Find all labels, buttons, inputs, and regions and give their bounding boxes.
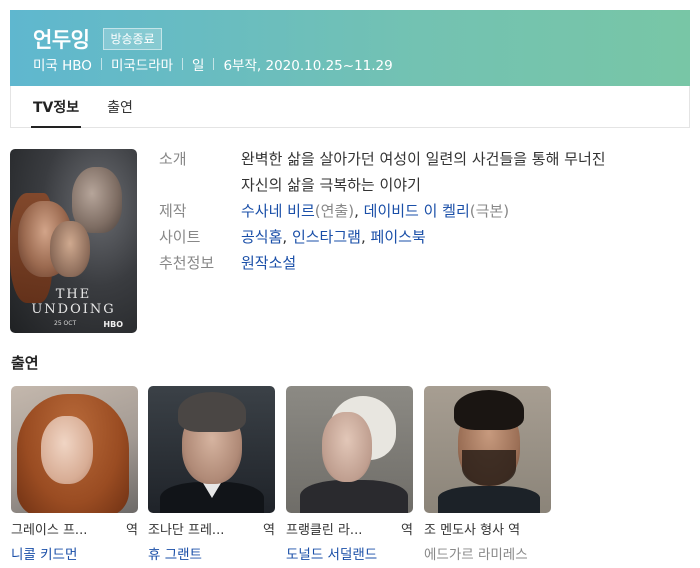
title-row: 언두잉 방송종료: [33, 24, 162, 54]
poster-network-logo: HBO: [103, 320, 123, 329]
photo-face: [322, 412, 372, 482]
meta-genre: 미국드라마: [110, 58, 174, 74]
meta-day: 일: [192, 58, 205, 74]
program-meta: 미국 HBO 미국드라마 일 6부작, 2020.10.25~11.29: [33, 54, 393, 74]
cast-photo[interactable]: [424, 386, 551, 513]
role-suffix: 역: [263, 523, 275, 538]
photo-coat: [300, 480, 408, 513]
photo-hair: [454, 390, 524, 430]
poster-date: 25 OCT: [54, 320, 77, 327]
cast-role: 프랭클린 라... 역: [286, 519, 413, 538]
photo-jacket: [438, 486, 540, 513]
role-name: 프랭클린 라...: [286, 523, 363, 538]
tab-cast[interactable]: 출연: [107, 86, 133, 127]
poster-title: THE UNDOING: [31, 287, 116, 317]
role-suffix: 역: [401, 523, 413, 538]
cast-photo[interactable]: [286, 386, 413, 513]
info-row-site: 사이트 공식홈, 인스타그램, 페이스북: [159, 224, 691, 250]
recommend-value: 원작소설: [241, 250, 691, 276]
actor-name-link[interactable]: 휴 그랜트: [148, 543, 202, 563]
director-link[interactable]: 수사네 비르: [241, 202, 315, 220]
program-header: 언두잉 방송종료 미국 HBO 미국드라마 일 6부작, 2020.10.25~…: [10, 10, 690, 86]
actor-name-link[interactable]: 니콜 키드먼: [11, 543, 77, 563]
meta-divider: [182, 58, 184, 70]
intro-line-2: 자신의 삶을 극복하는 이야기: [241, 176, 421, 194]
actor-name-link[interactable]: 도널드 서덜랜드: [286, 543, 377, 563]
cast-card[interactable]: 조 멘도사 형사 역 에드가르 라미레스: [424, 386, 551, 563]
cast-card[interactable]: 프랭클린 라... 역 도널드 서덜랜드: [286, 386, 413, 563]
role-name: 조나단 프레...: [148, 523, 225, 538]
cast-card[interactable]: 조나단 프레... 역 휴 그랜트: [148, 386, 275, 563]
original-novel-link[interactable]: 원작소설: [241, 254, 296, 272]
actor-name: 에드가르 라미레스: [424, 547, 528, 563]
facebook-link[interactable]: 페이스북: [371, 228, 426, 246]
cast-photo[interactable]: [148, 386, 275, 513]
cast-role: 조 멘도사 형사 역: [424, 519, 551, 538]
cast-card[interactable]: 그레이스 프... 역 니콜 키드먼: [11, 386, 138, 563]
cast-photo[interactable]: [11, 386, 138, 513]
intro-line-1: 완벽한 삶을 살아가던 여성이 일련의 사건들을 통해 무너진: [241, 150, 606, 168]
info-row-intro: 소개 완벽한 삶을 살아가던 여성이 일련의 사건들을 통해 무너진 자신의 삶…: [159, 146, 691, 198]
tab-tv-info[interactable]: TV정보: [30, 86, 82, 128]
role-name: 그레이스 프...: [11, 523, 88, 538]
production-value: 수사네 비르(연출), 데이비드 이 켈리(극본): [241, 202, 510, 220]
intro-label: 소개: [159, 150, 187, 168]
program-info: 소개 완벽한 삶을 살아가던 여성이 일련의 사건들을 통해 무너진 자신의 삶…: [159, 146, 691, 276]
director-role: (연출): [314, 202, 355, 220]
info-row-recommend: 추천정보 원작소설: [159, 250, 691, 276]
meta-episodes-dates: 6부작, 2020.10.25~11.29: [223, 58, 393, 74]
site-links: 공식홈, 인스타그램, 페이스북: [241, 228, 426, 246]
cast-role: 조나단 프레... 역: [148, 519, 275, 538]
official-site-link[interactable]: 공식홈: [241, 228, 282, 246]
photo-hair: [178, 392, 246, 432]
cast-heading: 출연: [11, 354, 39, 372]
meta-divider: [100, 58, 102, 70]
cast-role: 그레이스 프... 역: [11, 519, 138, 538]
info-row-production: 제작 수사네 비르(연출), 데이비드 이 켈리(극본): [159, 198, 691, 224]
role-suffix: 역: [508, 523, 521, 538]
status-badge: 방송종료: [103, 28, 162, 50]
instagram-link[interactable]: 인스타그램: [292, 228, 361, 246]
production-label: 제작: [159, 202, 187, 220]
photo-beard: [462, 450, 516, 486]
poster-image[interactable]: THE UNDOING 25 OCT HBO: [10, 149, 137, 333]
recommend-label: 추천정보: [159, 254, 215, 272]
role-name: 조 멘도사 형사: [424, 523, 505, 538]
writer-link[interactable]: 데이비드 이 켈리: [364, 202, 470, 220]
site-label: 사이트: [159, 228, 201, 246]
intro-text: 완벽한 삶을 살아가던 여성이 일련의 사건들을 통해 무너진 자신의 삶을 극…: [241, 146, 691, 198]
meta-network: 미국 HBO: [33, 58, 92, 74]
meta-divider: [213, 58, 215, 70]
poster-face-boy: [50, 221, 90, 277]
writer-role: (극본): [469, 202, 510, 220]
program-title[interactable]: 언두잉: [33, 24, 90, 54]
tab-bar: TV정보 출연: [10, 86, 690, 128]
role-suffix: 역: [126, 523, 138, 538]
photo-face: [41, 416, 93, 484]
